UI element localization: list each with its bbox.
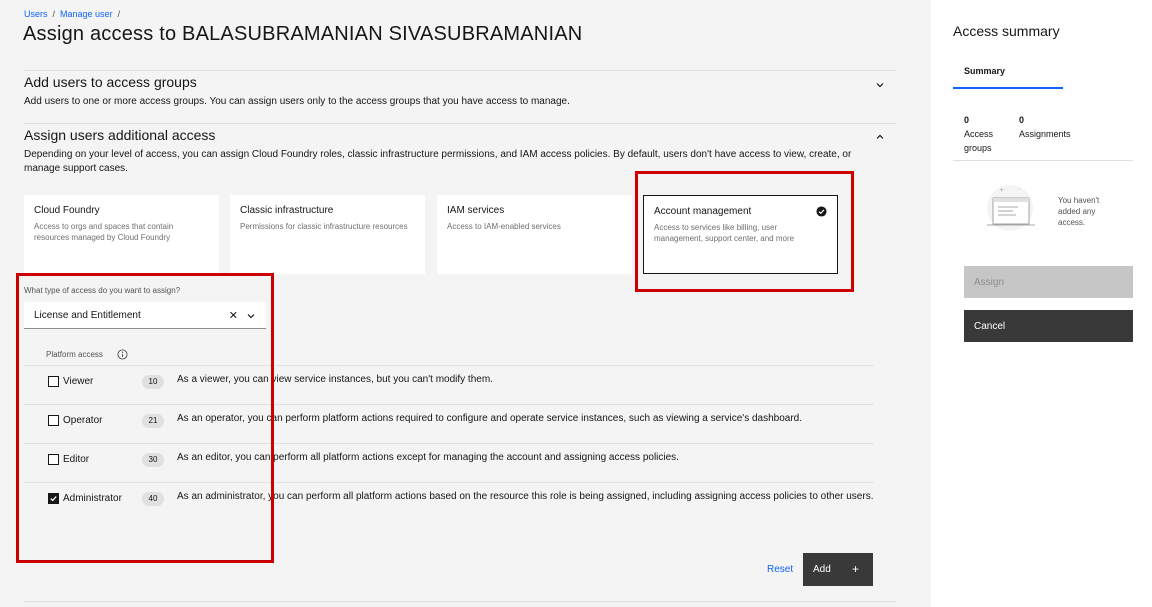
info-icon[interactable] [117,349,128,360]
access-type-label: What type of access do you want to assig… [24,286,181,295]
role-checkbox-viewer[interactable] [48,376,59,387]
main-panel: Users / Manage user / Assign access to B… [0,0,931,607]
clear-icon[interactable]: ✕ [229,309,238,322]
role-desc: As a viewer, you can view service instan… [177,374,493,385]
tile-classic-infrastructure[interactable]: Classic infrastructure Permissions for c… [230,195,425,274]
section-title-access-groups[interactable]: Add users to access groups [24,74,197,90]
tile-desc: Access to services like billing, user ma… [654,223,795,243]
role-checkbox-editor[interactable] [48,454,59,465]
role-name: Viewer [63,376,94,387]
empty-state-text: You haven't added any access. [1058,196,1100,227]
checkmark-icon [50,496,57,502]
tile-iam-services[interactable]: IAM services Access to IAM-enabled servi… [437,195,632,274]
role-count-badge: 10 [142,375,164,389]
reset-link[interactable]: Reset [767,564,793,575]
role-row-administrator: Administrator 40 As an administrator, yo… [24,482,874,521]
tile-title: Cloud Foundry [34,205,100,216]
add-button[interactable]: Add + [803,553,873,586]
breadcrumb-manage-user[interactable]: Manage user [60,9,113,19]
role-row-operator: Operator 21 As an operator, you can perf… [24,404,874,443]
access-groups-count: 0 [964,115,970,125]
role-count-badge: 30 [142,453,164,467]
tab-summary[interactable]: Summary [953,66,1063,89]
role-row-viewer: Viewer 10 As a viewer, you can view serv… [24,365,874,404]
tile-desc: Access to orgs and spaces that contain r… [34,222,174,242]
role-name: Administrator [63,493,122,504]
tile-title: IAM services [447,205,505,216]
access-type-value: License and Entitlement [34,309,141,321]
role-checkbox-administrator[interactable] [48,493,59,504]
access-groups-label-line2: groups [964,143,992,153]
access-groups-label-line1: Access [964,129,994,139]
svg-text:+: + [1000,188,1004,194]
tile-desc: Access to IAM-enabled services [447,222,561,231]
divider [953,160,1133,161]
role-desc: As an editor, you can perform all platfo… [177,452,679,463]
breadcrumb-separator: / [52,9,56,19]
checkmark-filled-icon [816,206,827,217]
role-count-badge: 40 [142,492,164,506]
access-type-dropdown[interactable]: License and Entitlement ✕ [24,302,266,329]
role-desc: As an operator, you can perform platform… [177,413,803,424]
section-desc-access-groups: Add users to one or more access groups. … [24,96,570,107]
add-button-label: Add [813,564,831,575]
chevron-down-icon[interactable] [246,311,256,321]
stat-assignments: 0 Assignments [1019,113,1071,141]
empty-state-illustration-icon: + · [987,185,1035,231]
role-desc: As an administrator, you can perform all… [177,491,874,502]
divider [24,601,896,602]
add-icon: + [851,562,859,576]
assignments-label: Assignments [1019,129,1071,139]
section-title-additional-access[interactable]: Assign users additional access [24,127,215,143]
divider [24,123,896,124]
tile-desc: Permissions for classic infrastructure r… [240,222,408,231]
page-title: Assign access to BALASUBRAMANIAN SIVASUB… [23,23,583,45]
role-name: Editor [63,454,90,465]
tile-account-management[interactable]: Account management Access to services li… [643,195,838,274]
assign-button[interactable]: Assign [964,266,1133,298]
chevron-up-icon[interactable] [874,131,886,143]
chevron-down-icon[interactable] [874,79,886,91]
stat-access-groups: 0 Access groups [964,113,993,155]
platform-access-label: Platform access [46,350,103,359]
summary-title: Access summary [953,23,1060,39]
access-summary-panel: Access summary Summary 0 Access groups 0… [931,0,1152,607]
role-count-badge: 21 [142,414,164,428]
breadcrumb-users[interactable]: Users [24,9,48,19]
tile-cloud-foundry[interactable]: Cloud Foundry Access to orgs and spaces … [24,195,219,274]
breadcrumb: Users / Manage user / [24,9,120,19]
tile-title: Classic infrastructure [240,205,334,216]
section-desc-additional-access: Depending on your level of access, you c… [24,149,852,174]
divider [24,70,896,71]
cancel-button[interactable]: Cancel [964,310,1133,342]
platform-access-header: Platform access [46,349,128,360]
role-name: Operator [63,415,103,426]
tile-title: Account management [654,206,752,217]
role-checkbox-operator[interactable] [48,415,59,426]
breadcrumb-separator: / [117,9,121,19]
assignments-count: 0 [1019,115,1025,125]
role-row-editor: Editor 30 As an editor, you can perform … [24,443,874,482]
